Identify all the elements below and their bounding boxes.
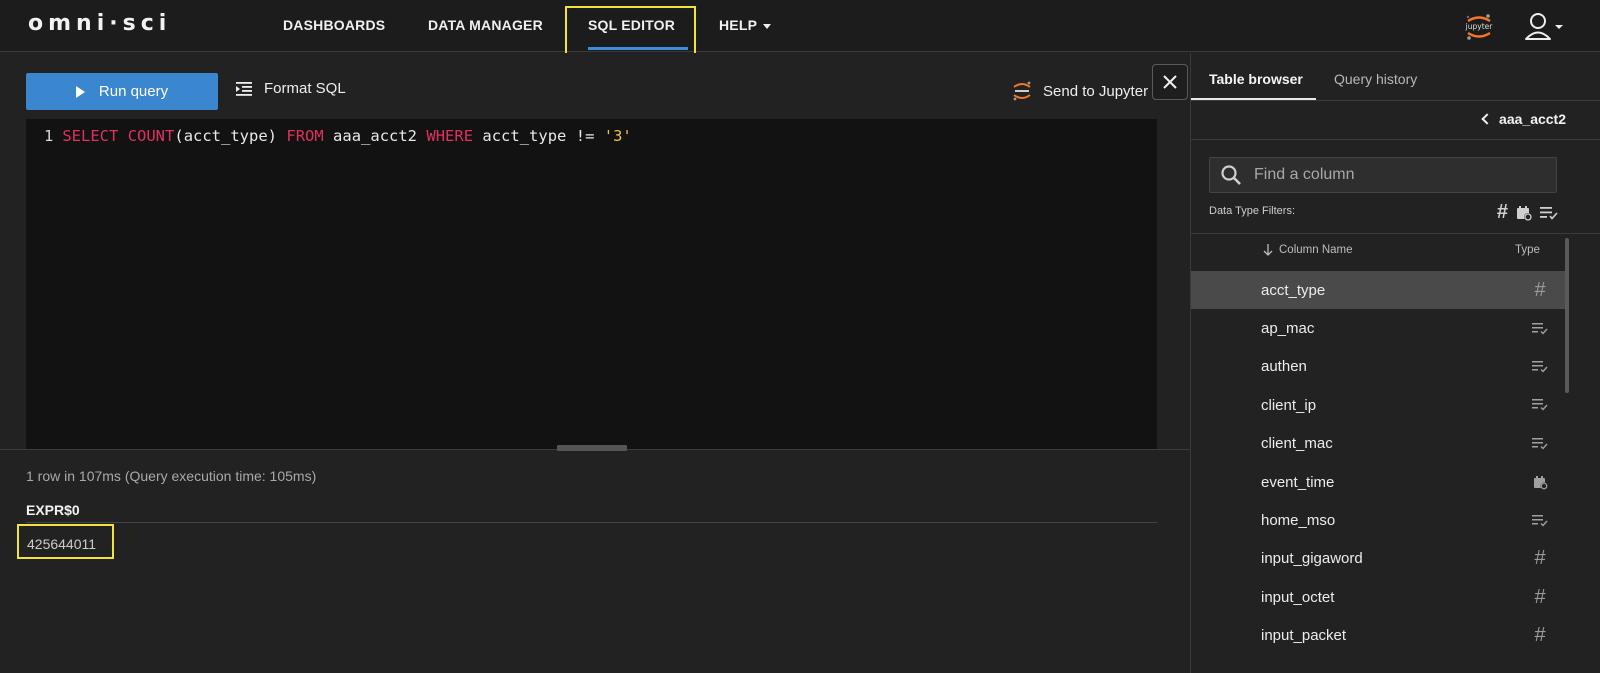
sidebar-filter-rule bbox=[1191, 233, 1600, 234]
close-editor-button[interactable] bbox=[1152, 64, 1188, 100]
play-icon bbox=[75, 85, 85, 98]
resize-handle[interactable] bbox=[557, 445, 627, 451]
text-type-icon bbox=[1531, 512, 1549, 530]
filter-datetime-icon[interactable] bbox=[1516, 205, 1532, 221]
tab-query-history[interactable]: Query history bbox=[1334, 71, 1417, 87]
chevron-left-icon bbox=[1481, 113, 1493, 125]
send-to-jupyter-label: Send to Jupyter bbox=[1043, 82, 1149, 100]
search-icon bbox=[1221, 165, 1241, 185]
column-name: input_packet bbox=[1261, 627, 1347, 645]
table-back-button[interactable]: aaa_acct2 bbox=[1481, 111, 1566, 127]
column-row[interactable]: client_ip bbox=[1191, 386, 1567, 424]
keyword-select: SELECT bbox=[62, 127, 119, 145]
column-name: home_mso bbox=[1261, 512, 1336, 530]
column-search-input[interactable] bbox=[1254, 166, 1544, 184]
highlight-annotation-result bbox=[17, 524, 114, 559]
run-query-button[interactable]: Run query bbox=[26, 73, 218, 110]
omnisci-logo[interactable]: omni·sci bbox=[28, 11, 171, 36]
nav-help-label: HELP bbox=[719, 17, 758, 33]
user-menu[interactable] bbox=[1524, 10, 1572, 42]
column-row[interactable]: input_gigaword # bbox=[1191, 540, 1567, 578]
data-type-filter-group: # bbox=[1497, 201, 1558, 224]
hash-icon: # bbox=[1534, 547, 1546, 570]
column-name: input_octet bbox=[1261, 588, 1335, 606]
text-type-icon bbox=[1531, 435, 1549, 453]
sql-code-editor[interactable]: 1 SELECT COUNT(acct_type) FROM aaa_acct2 … bbox=[26, 119, 1157, 449]
filter-number-hash-icon[interactable]: # bbox=[1497, 201, 1508, 224]
jupyter-icon[interactable]: jupyter bbox=[1463, 12, 1495, 42]
column-name: ap_mac bbox=[1261, 320, 1315, 338]
code-line: 1 SELECT COUNT(acct_type) FROM aaa_acct2 … bbox=[44, 127, 632, 145]
jupyter-logo-icon bbox=[1013, 81, 1031, 101]
type-header: Type bbox=[1515, 244, 1540, 256]
query-status-text: 1 row in 107ms (Query execution time: 10… bbox=[26, 468, 317, 484]
tab-table-browser[interactable]: Table browser bbox=[1209, 71, 1303, 87]
keyword-count: COUNT bbox=[127, 127, 175, 145]
column-row[interactable]: acct_type # bbox=[1191, 271, 1567, 310]
arrow-down-icon bbox=[1263, 244, 1273, 256]
nav-dashboards[interactable]: DASHBOARDS bbox=[283, 17, 385, 33]
table-identifier: aaa_acct2 bbox=[333, 127, 418, 145]
hash-icon: # bbox=[1534, 278, 1546, 301]
column-row[interactable]: input_octet # bbox=[1191, 578, 1567, 616]
column-identifier: acct_type bbox=[482, 127, 567, 145]
column-search-box[interactable] bbox=[1209, 157, 1557, 193]
sql-editor-panel: Run query Format SQL Send to Jupyter 1 SE… bbox=[0, 53, 1190, 673]
column-name: authen bbox=[1261, 358, 1307, 376]
count-argument: (acct_type) bbox=[174, 127, 278, 145]
text-type-icon bbox=[1531, 358, 1549, 376]
sidebar-scrollbar[interactable] bbox=[1565, 238, 1569, 393]
text-type-icon bbox=[1531, 320, 1549, 338]
column-row[interactable]: client_mac bbox=[1191, 425, 1567, 463]
keyword-from: FROM bbox=[286, 127, 324, 145]
nav-help[interactable]: HELP bbox=[719, 17, 772, 33]
column-row[interactable]: authen bbox=[1191, 348, 1567, 386]
string-literal: '3' bbox=[603, 127, 632, 145]
column-name: client_ip bbox=[1261, 396, 1317, 414]
operator: != bbox=[575, 127, 595, 145]
column-name: event_time bbox=[1261, 473, 1335, 491]
format-sql-button[interactable]: Format SQL bbox=[236, 80, 346, 97]
column-name-sort-header[interactable]: Column Name bbox=[1263, 244, 1353, 256]
column-name: input_gigaword bbox=[1261, 550, 1363, 568]
column-row[interactable]: event_time bbox=[1191, 463, 1567, 501]
close-icon bbox=[1163, 75, 1177, 89]
data-type-filters-label: Data Type Filters: bbox=[1209, 205, 1295, 217]
hash-icon: # bbox=[1534, 624, 1546, 647]
column-row[interactable]: input_packet # bbox=[1191, 617, 1567, 655]
result-column-header: EXPR$0 bbox=[26, 502, 80, 518]
filter-text-icon[interactable] bbox=[1540, 206, 1558, 220]
column-list: acct_type # ap_macauthen client_ip client_ma… bbox=[1191, 271, 1567, 655]
format-indent-icon bbox=[236, 81, 252, 96]
jupyter-badge-text: jupyter bbox=[1465, 22, 1494, 31]
format-sql-label: Format SQL bbox=[264, 80, 346, 97]
chevron-down-icon bbox=[1555, 25, 1563, 29]
column-row[interactable]: home_mso bbox=[1191, 501, 1567, 539]
sidebar-header-rule bbox=[1191, 139, 1600, 140]
result-header-rule bbox=[26, 522, 1157, 523]
column-name: client_mac bbox=[1261, 435, 1333, 453]
sidebar-tab-rule bbox=[1191, 100, 1600, 101]
nav-data-manager[interactable]: DATA MANAGER bbox=[428, 17, 543, 33]
user-icon bbox=[1525, 13, 1551, 40]
table-name-label: aaa_acct2 bbox=[1499, 111, 1566, 127]
column-name: acct_type bbox=[1261, 281, 1326, 299]
run-query-label: Run query bbox=[98, 83, 169, 100]
line-number: 1 bbox=[44, 127, 54, 145]
column-name-header-label: Column Name bbox=[1279, 244, 1353, 256]
calendar-clock-icon bbox=[1531, 473, 1549, 491]
keyword-where: WHERE bbox=[426, 127, 474, 145]
send-to-jupyter-button[interactable]: Send to Jupyter bbox=[1011, 80, 1148, 102]
column-row[interactable]: ap_mac bbox=[1191, 309, 1567, 347]
top-navigation-bar: omni·sci DASHBOARDS DATA MANAGER SQL EDI… bbox=[0, 0, 1600, 63]
caret-down-icon bbox=[763, 23, 772, 29]
table-browser-sidebar: Table browser Query history aaa_acct2 Da… bbox=[1190, 53, 1600, 673]
text-type-icon bbox=[1531, 396, 1549, 414]
hash-icon: # bbox=[1534, 585, 1546, 608]
